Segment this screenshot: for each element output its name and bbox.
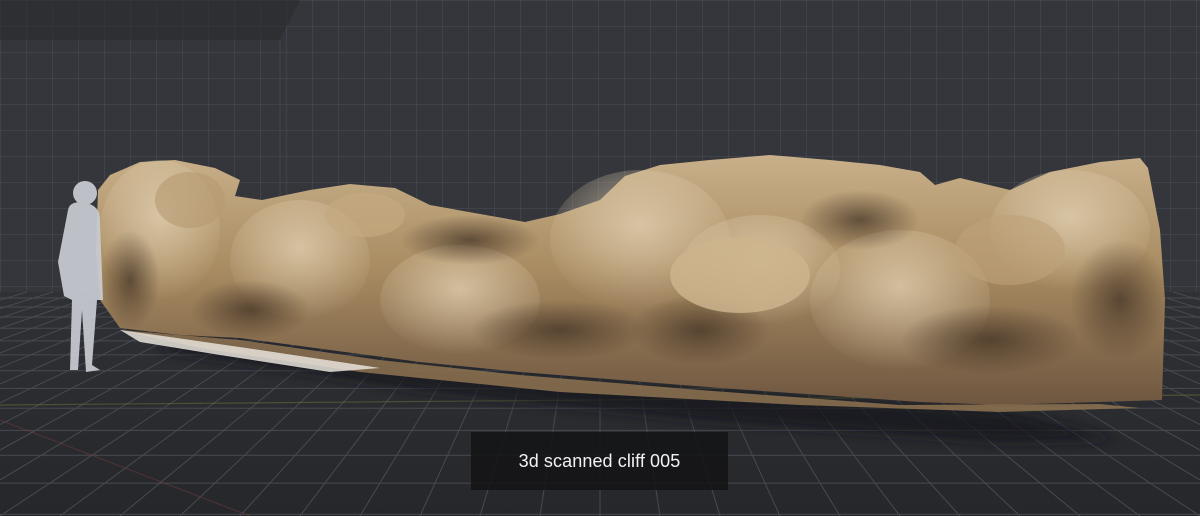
viewport: 3d scanned cliff 005 [0,0,1200,516]
wall-corner-shade [0,0,300,40]
caption-label: 3d scanned cliff 005 [471,432,728,490]
